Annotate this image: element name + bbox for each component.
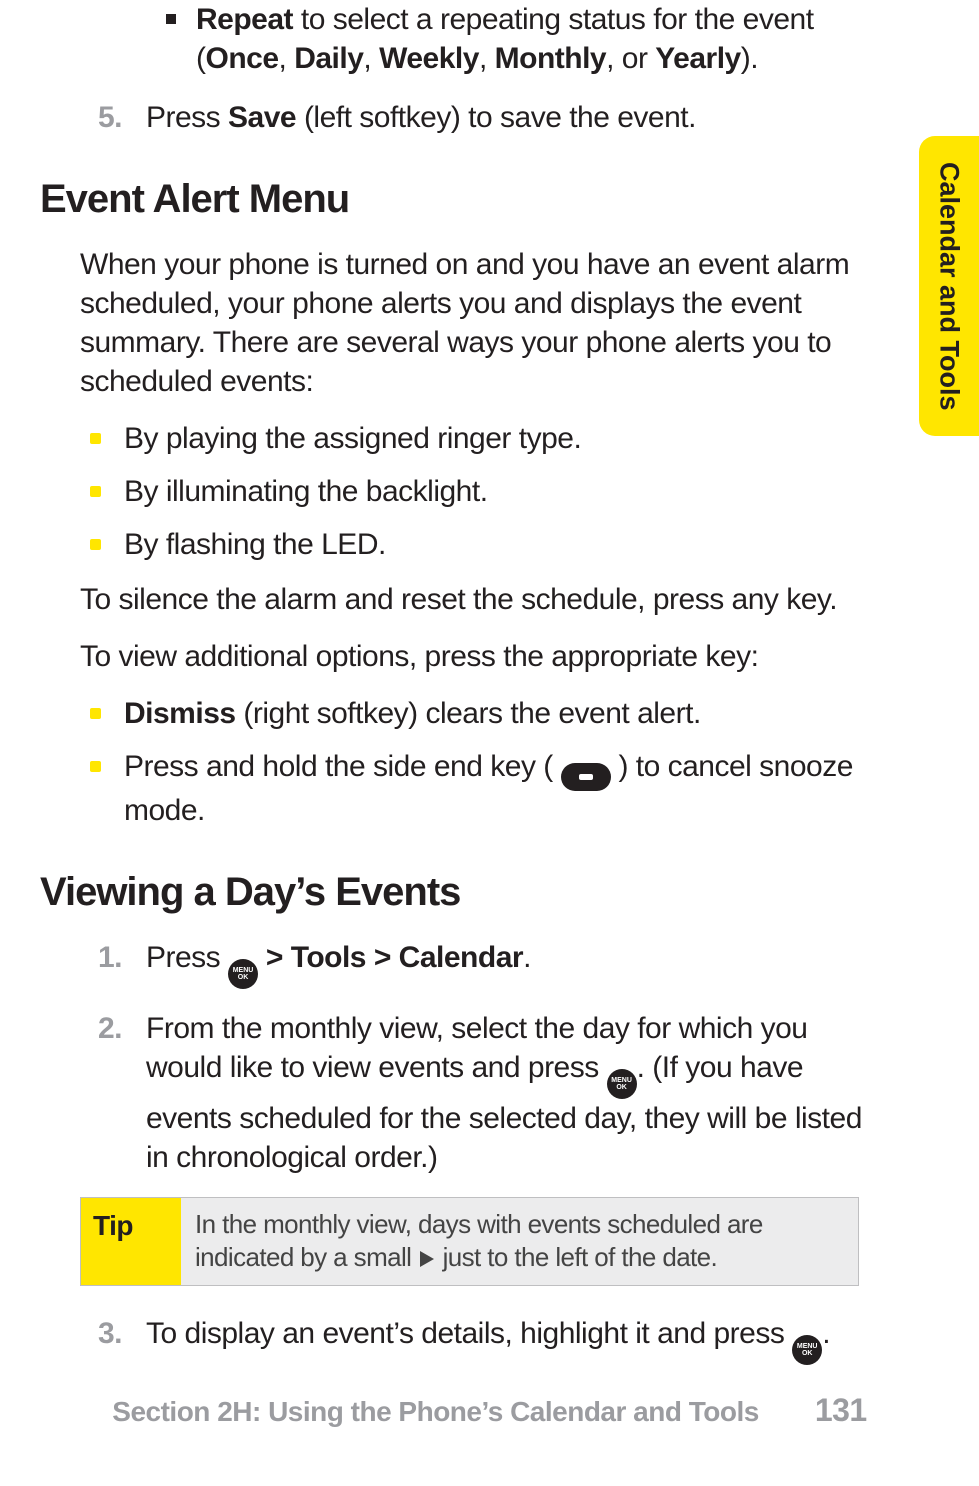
list-item: By playing the assigned ringer type. — [80, 419, 879, 458]
dismiss-text: (right softkey) clears the event alert. — [236, 697, 701, 730]
save-label: Save — [228, 101, 296, 134]
step-number: 1. — [98, 938, 122, 977]
side-tab-label: Calendar and Tools — [931, 162, 966, 411]
snooze-text-a: Press and hold the side end key ( — [124, 750, 561, 783]
step-text: Press — [146, 941, 228, 974]
alert-methods-list: By playing the assigned ringer type. By … — [80, 419, 879, 564]
repeat-opt-monthly: Monthly — [495, 42, 606, 75]
repeat-opt-once: Once — [206, 42, 279, 75]
tip-text: In the monthly view, days with events sc… — [181, 1198, 858, 1285]
heading-viewing-days-events: Viewing a Day’s Events — [40, 866, 879, 918]
sep: , — [279, 42, 295, 75]
repeat-opt-weekly: Weekly — [379, 42, 479, 75]
tip-box: Tip In the monthly view, days with event… — [80, 1197, 859, 1286]
step-3: 3. To display an event’s details, highli… — [98, 1314, 879, 1365]
side-tab: Calendar and Tools — [919, 136, 979, 436]
heading-event-alert-menu: Event Alert Menu — [40, 173, 879, 225]
list-item: By flashing the LED. — [80, 525, 879, 564]
step-1: 1. Press MENUOK > Tools > Calendar. — [98, 938, 879, 989]
silence-alarm-text: To silence the alarm and reset the sched… — [80, 580, 869, 619]
step-text: . — [523, 941, 531, 974]
step-text: (left softkey) to save the event. — [296, 101, 696, 134]
triangle-icon — [420, 1251, 434, 1267]
repeat-label: Repeat — [196, 3, 301, 36]
page: Calendar and Tools Repeat to select a re… — [0, 0, 979, 1486]
step-number: 2. — [98, 1009, 122, 1048]
footer-section: Section 2H: Using the Phone’s Calendar a… — [112, 1394, 759, 1430]
repeat-end: ). — [741, 42, 758, 75]
page-number: 131 — [815, 1390, 867, 1432]
menu-ok-icon: MENUOK — [228, 959, 258, 989]
step-text: Press — [146, 101, 228, 134]
sep: , — [363, 42, 379, 75]
event-alert-intro: When your phone is turned on and you hav… — [80, 245, 869, 401]
repeat-opt-daily: Daily — [294, 42, 363, 75]
step-2: 2. From the monthly view, select the day… — [98, 1009, 879, 1177]
content: Repeat to select a repeating status for … — [40, 0, 939, 1365]
repeat-opt-yearly: Yearly — [655, 42, 740, 75]
tip-label: Tip — [81, 1198, 181, 1285]
dismiss-label: Dismiss — [124, 697, 236, 730]
list-item: Press and hold the side end key ( ) to c… — [80, 747, 879, 830]
step-number: 3. — [98, 1314, 122, 1353]
menu-ok-icon: MENUOK — [792, 1335, 822, 1365]
sub-bullet-repeat: Repeat to select a repeating status for … — [166, 0, 879, 78]
view-options-text: To view additional options, press the ap… — [80, 637, 869, 676]
step-text: To display an event’s details, highlight… — [146, 1317, 792, 1350]
options-list: Dismiss (right softkey) clears the event… — [80, 694, 879, 830]
step-number: 5. — [98, 98, 122, 137]
page-footer: Section 2H: Using the Phone’s Calendar a… — [0, 1390, 979, 1432]
sep: , — [479, 42, 495, 75]
menu-ok-icon: MENUOK — [607, 1069, 637, 1099]
list-item: Dismiss (right softkey) clears the event… — [80, 694, 879, 733]
tip-text-b: just to the left of the date. — [436, 1242, 717, 1272]
step-text: . — [822, 1317, 830, 1350]
or: , or — [606, 42, 655, 75]
side-end-key-icon — [561, 763, 611, 791]
nav-path: > Tools > Calendar — [258, 941, 523, 974]
step-5: 5. Press Save (left softkey) to save the… — [98, 98, 879, 137]
list-item: By illuminating the backlight. — [80, 472, 879, 511]
